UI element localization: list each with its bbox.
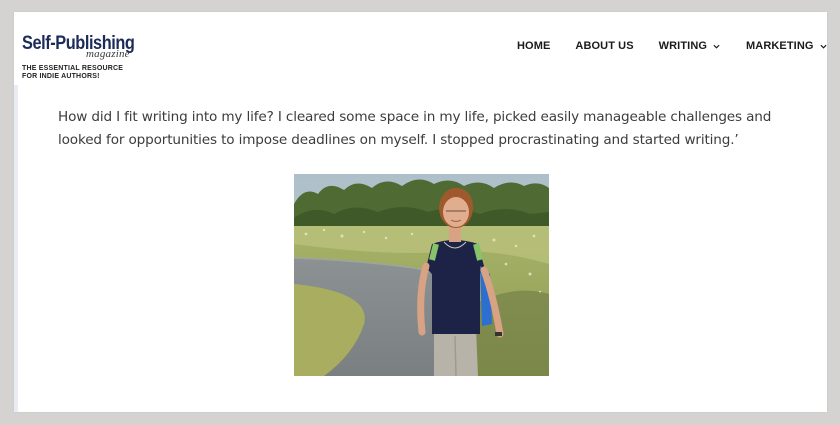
nav-item-label: HOME	[517, 40, 551, 52]
logo-subtitle: magazine	[86, 48, 130, 60]
article-paragraph: How did I fit writing into my life? I cl…	[58, 109, 772, 148]
logo-tagline: THE ESSENTIAL RESOURCE FOR INDIE AUTHORS…	[22, 65, 153, 81]
nav-item-label: MARKETING	[746, 40, 814, 52]
main-nav: HOME ABOUT US WRITING MARKETING	[517, 40, 827, 52]
logo-tagline-line1: THE ESSENTIAL RESOURCE	[22, 65, 124, 72]
author-photo	[294, 174, 549, 376]
chevron-down-icon	[713, 44, 720, 49]
nav-item-writing[interactable]: WRITING	[659, 40, 720, 52]
logo-tagline-line2: FOR INDIE AUTHORS!	[22, 73, 100, 80]
nav-item-marketing[interactable]: MARKETING	[746, 40, 827, 52]
nav-item-about-us[interactable]: ABOUT US	[575, 40, 633, 52]
site-logo[interactable]: Self-Publishing magazine THE ESSENTIAL R…	[22, 34, 153, 81]
nav-item-home[interactable]: HOME	[517, 40, 550, 52]
nav-item-label: ABOUT US	[575, 40, 634, 52]
chevron-down-icon	[820, 44, 827, 49]
nav-item-label: WRITING	[658, 40, 708, 52]
content-edge	[14, 85, 18, 412]
